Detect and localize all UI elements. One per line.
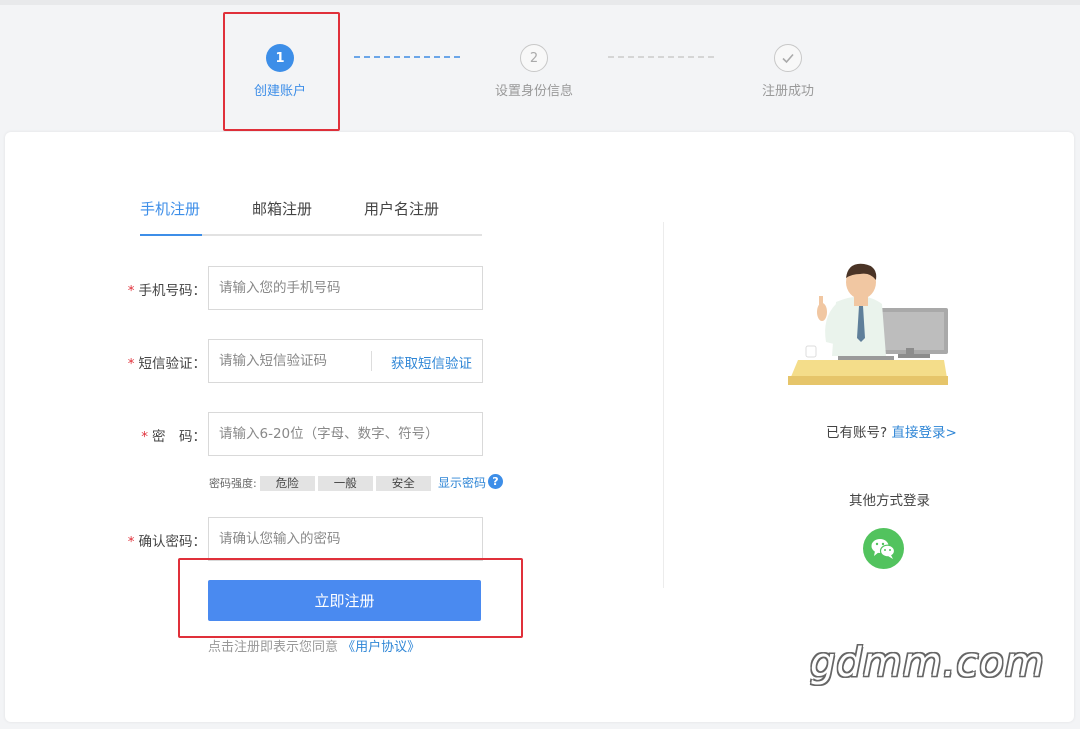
step-label: 注册成功 — [761, 84, 814, 99]
required-mark: * — [127, 356, 135, 372]
step-label: 设置身份信息 — [494, 84, 573, 99]
highlight-box-submit — [178, 558, 523, 638]
strength-label: 密码强度: — [209, 477, 257, 490]
phone-label: * 手机号码： — [127, 283, 206, 299]
user-agreement-link[interactable]: 《用户协议》 — [342, 640, 420, 655]
wechat-icon[interactable] — [863, 528, 904, 569]
phone-input[interactable] — [208, 266, 483, 310]
have-account-text: 已有账号? 直接登录> — [826, 425, 957, 441]
password-label: * 密 码： — [141, 429, 206, 445]
vertical-divider — [663, 222, 664, 588]
password-strength: 密码强度: 危险 一般 安全 — [209, 475, 431, 491]
strength-level-medium: 一般 — [317, 475, 373, 491]
tab-username-register[interactable]: 用户名注册 — [364, 198, 439, 219]
tab-email-register[interactable]: 邮箱注册 — [252, 198, 312, 219]
tab-phone-register[interactable]: 手机注册 — [140, 198, 200, 219]
register-tabs: 手机注册 邮箱注册 用户名注册 — [140, 198, 482, 236]
active-tab-indicator — [140, 234, 202, 236]
strength-level-strong: 安全 — [375, 475, 431, 491]
watermark: gdmm.com — [810, 640, 1045, 686]
highlight-box-step — [223, 12, 340, 131]
sms-divider — [371, 351, 372, 371]
step-connector — [354, 56, 460, 58]
show-password-link[interactable]: 显示密码 — [438, 474, 486, 491]
check-icon — [774, 44, 802, 72]
login-link[interactable]: 直接登录> — [891, 425, 956, 441]
get-sms-code-button[interactable]: 获取短信验证 — [391, 352, 472, 372]
required-mark: * — [127, 534, 135, 550]
step-number: 2 — [520, 44, 548, 72]
step-connector — [608, 56, 714, 58]
required-mark: * — [127, 283, 135, 299]
agreement-text: 点击注册即表示您同意 《用户协议》 — [208, 640, 421, 655]
top-bar — [0, 0, 1080, 5]
help-icon[interactable]: ? — [488, 474, 503, 489]
office-worker-illustration — [788, 263, 948, 385]
sms-label: * 短信验证： — [127, 356, 206, 372]
strength-level-weak: 危险 — [259, 475, 315, 491]
step-register-success: 注册成功 — [728, 44, 848, 99]
step-identity-info: 2 设置身份信息 — [474, 44, 594, 99]
confirm-password-input[interactable] — [208, 517, 483, 561]
confirm-password-label: * 确认密码： — [127, 534, 206, 550]
other-login-label: 其他方式登录 — [849, 493, 930, 509]
password-input[interactable] — [208, 412, 483, 456]
required-mark: * — [141, 429, 148, 445]
